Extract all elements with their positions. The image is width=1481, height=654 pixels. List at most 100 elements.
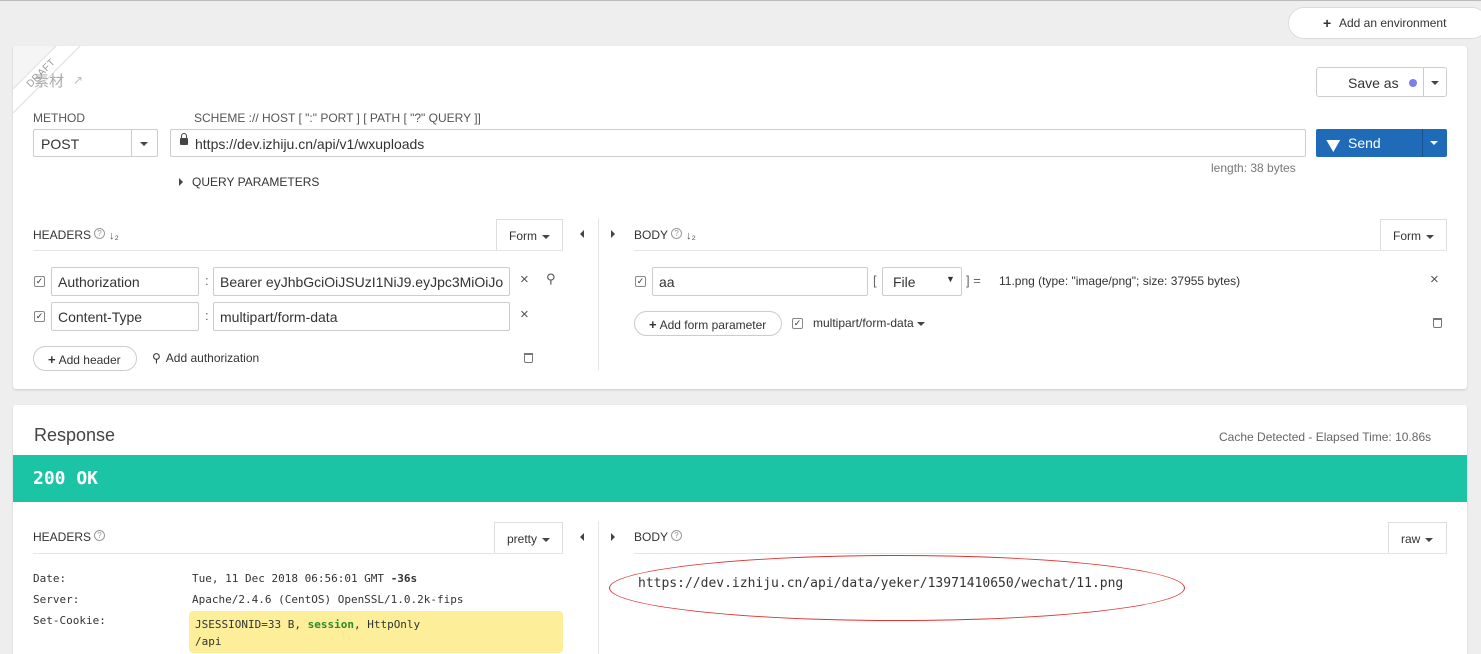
remove-header-icon[interactable]: ×	[520, 306, 529, 323]
add-form-parameter-button[interactable]: + Add form parameter	[634, 311, 782, 336]
collapse-left-icon[interactable]	[580, 230, 584, 238]
split-divider[interactable]	[598, 521, 599, 654]
save-as-button[interactable]: Save as	[1316, 67, 1447, 97]
plus-icon: +	[1323, 15, 1332, 31]
body-label-text: BODY	[634, 530, 669, 544]
status-bar: 200 OK	[13, 455, 1467, 502]
header-value-input[interactable]: Bearer eyJhbGciOiJSUzI1NiJ9.eyJpc3MiOiJo	[213, 267, 510, 296]
plus-icon: +	[649, 317, 657, 332]
top-bar	[0, 0, 1481, 40]
body-mode-label: Form	[1393, 229, 1421, 243]
headers-divider	[33, 553, 563, 554]
header-colon: :	[205, 273, 209, 288]
chevron-down-icon	[1425, 537, 1434, 542]
split-divider[interactable]	[598, 218, 599, 370]
file-info: 11.png (type: "image/png"; size: 37955 b…	[999, 274, 1241, 288]
url-length: length: 38 bytes	[1211, 161, 1296, 175]
paper-plane-icon	[1326, 133, 1344, 153]
key-icon: ⚲	[152, 351, 161, 365]
header-checkbox[interactable]: ✓	[34, 311, 45, 322]
request-body-label: BODY? ↓₂	[634, 228, 696, 242]
bracket-close: ] =	[966, 273, 981, 288]
response-headers-label: HEADERS?	[33, 530, 106, 544]
url-input[interactable]: https://dev.izhiju.cn/api/v1/wxuploads	[170, 129, 1306, 157]
body-param-name-input[interactable]: aa	[652, 267, 868, 296]
date-value: Tue, 11 Dec 2018 06:56:01 GMT	[192, 572, 385, 585]
date-offset: -36s	[390, 572, 418, 585]
header-value-input[interactable]: multipart/form-data	[213, 302, 510, 331]
lock-icon	[180, 133, 188, 145]
help-icon[interactable]: ?	[671, 228, 683, 239]
param-type-select[interactable]: File ▼	[882, 267, 962, 296]
method-value: POST	[41, 136, 80, 152]
response-title: Response	[34, 425, 116, 445]
add-header-label: Add header	[58, 353, 121, 367]
help-icon[interactable]: ?	[671, 530, 683, 541]
body-param-checkbox[interactable]: ✓	[635, 276, 646, 287]
remove-param-icon[interactable]: ×	[1430, 271, 1439, 288]
encoding-label: multipart/form-data	[813, 316, 914, 330]
encoding-checkbox[interactable]: ✓	[792, 318, 803, 329]
bracket-open: [	[873, 273, 877, 288]
body-divider	[634, 553, 1447, 554]
add-environment-button[interactable]: + Add an environment	[1288, 7, 1481, 39]
send-dropdown-icon[interactable]	[1430, 141, 1438, 145]
response-header-key: Server:	[33, 593, 80, 606]
help-icon[interactable]: ?	[94, 530, 106, 541]
external-link-icon[interactable]: ↗	[73, 73, 83, 87]
sort-icon[interactable]: ↓₂	[686, 230, 696, 242]
chevron-down-icon	[542, 234, 550, 239]
key-icon[interactable]: ⚲	[546, 271, 556, 287]
request-panel: DRAFT 素材 ↗ Save as METHOD SCHEME :// HOS…	[13, 46, 1467, 389]
response-header-value: Apache/2.4.6 (CentOS) OpenSSL/1.0.2k-fip…	[192, 593, 464, 606]
response-header-key: Date:	[33, 572, 67, 585]
request-title[interactable]: 素材	[34, 70, 64, 91]
send-separator	[1422, 129, 1423, 157]
query-parameters-toggle[interactable]: QUERY PARAMETERS	[179, 175, 319, 189]
response-header-key: Set-Cookie:	[33, 614, 106, 627]
unsaved-dot-icon	[1409, 79, 1417, 87]
trash-icon[interactable]	[1433, 318, 1442, 328]
response-header-value: Tue, 11 Dec 2018 06:56:01 GMT -36s	[192, 572, 417, 585]
body-view-label: raw	[1401, 532, 1421, 546]
param-type-value: File	[893, 274, 916, 290]
trash-icon[interactable]	[524, 353, 533, 363]
header-name-input[interactable]: Authorization	[51, 267, 199, 296]
header-checkbox[interactable]: ✓	[34, 276, 45, 287]
headers-view-label: pretty	[507, 532, 538, 546]
header-name-input[interactable]: Content-Type	[51, 302, 199, 331]
body-divider	[634, 250, 1447, 251]
remove-header-icon[interactable]: ×	[520, 271, 529, 288]
method-select[interactable]: POST	[33, 129, 158, 157]
collapse-right-icon[interactable]	[611, 230, 615, 238]
cookie-session: session	[307, 618, 354, 631]
collapse-right-icon[interactable]	[611, 533, 615, 541]
sort-icon[interactable]: ↓₂	[109, 230, 119, 242]
header-colon: :	[205, 308, 209, 323]
url-value: https://dev.izhiju.cn/api/v1/wxuploads	[195, 136, 425, 152]
headers-view-dropdown[interactable]: pretty	[494, 522, 563, 554]
request-headers-label: HEADERS? ↓₂	[33, 228, 119, 242]
headers-mode-dropdown[interactable]: Form	[496, 219, 563, 251]
body-view-dropdown[interactable]: raw	[1388, 522, 1447, 554]
add-authorization-link[interactable]: ⚲ Add authorization	[152, 351, 259, 365]
headers-divider	[33, 250, 563, 251]
cache-info: Cache Detected - Elapsed Time: 10.86s	[1219, 430, 1432, 444]
method-separator	[131, 130, 132, 156]
collapse-left-icon[interactable]	[580, 533, 584, 541]
encoding-dropdown[interactable]: multipart/form-data	[813, 316, 926, 330]
response-panel: Response Cache Detected - Elapsed Time: …	[13, 405, 1467, 654]
headers-mode-label: Form	[509, 229, 537, 243]
help-icon[interactable]: ?	[94, 228, 106, 239]
cookie-part: JSESSIONID=33 B,	[195, 618, 308, 631]
save-as-dropdown-icon[interactable]	[1431, 81, 1439, 85]
add-header-button[interactable]: + Add header	[33, 346, 137, 371]
query-parameters-label: QUERY PARAMETERS	[192, 175, 320, 189]
plus-icon: +	[48, 352, 56, 367]
body-mode-dropdown[interactable]: Form	[1380, 219, 1447, 251]
scheme-label: SCHEME :// HOST [ ":" PORT ] [ PATH [ "?…	[194, 111, 481, 125]
save-as-separator	[1423, 68, 1424, 96]
add-environment-label: Add an environment	[1339, 16, 1447, 30]
send-button[interactable]: Send	[1316, 129, 1447, 157]
response-body-label: BODY?	[634, 530, 683, 544]
